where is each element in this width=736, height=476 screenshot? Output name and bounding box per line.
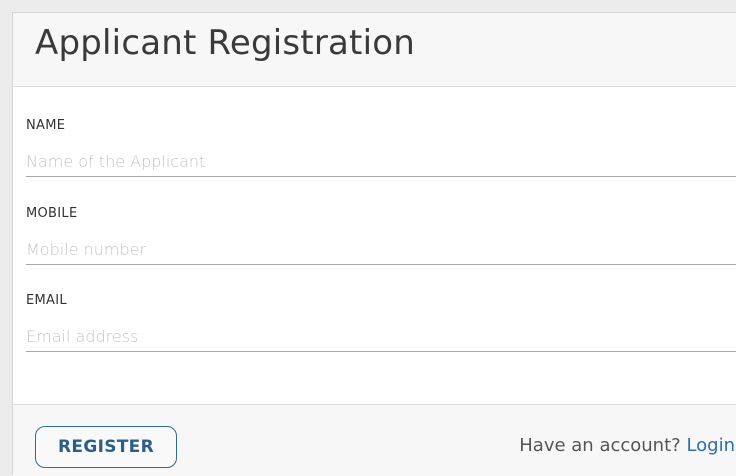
panel-footer: REGISTER Have an account? Login — [13, 404, 736, 476]
account-prompt-row: Have an account? Login — [519, 435, 735, 456]
name-label: NAME — [26, 118, 66, 133]
register-button[interactable]: REGISTER — [35, 426, 177, 468]
email-label: EMAIL — [26, 293, 67, 308]
page-title: Applicant Registration — [35, 23, 415, 63]
panel-header: Applicant Registration — [13, 13, 736, 87]
mobile-input[interactable] — [26, 234, 736, 265]
mobile-label: MOBILE — [26, 206, 78, 221]
email-input[interactable] — [26, 321, 736, 352]
account-prompt-text: Have an account? — [519, 435, 681, 456]
name-input[interactable] — [26, 146, 736, 177]
login-link[interactable]: Login — [686, 435, 735, 456]
registration-panel: Applicant Registration NAME MOBILE EMAIL… — [12, 12, 736, 476]
